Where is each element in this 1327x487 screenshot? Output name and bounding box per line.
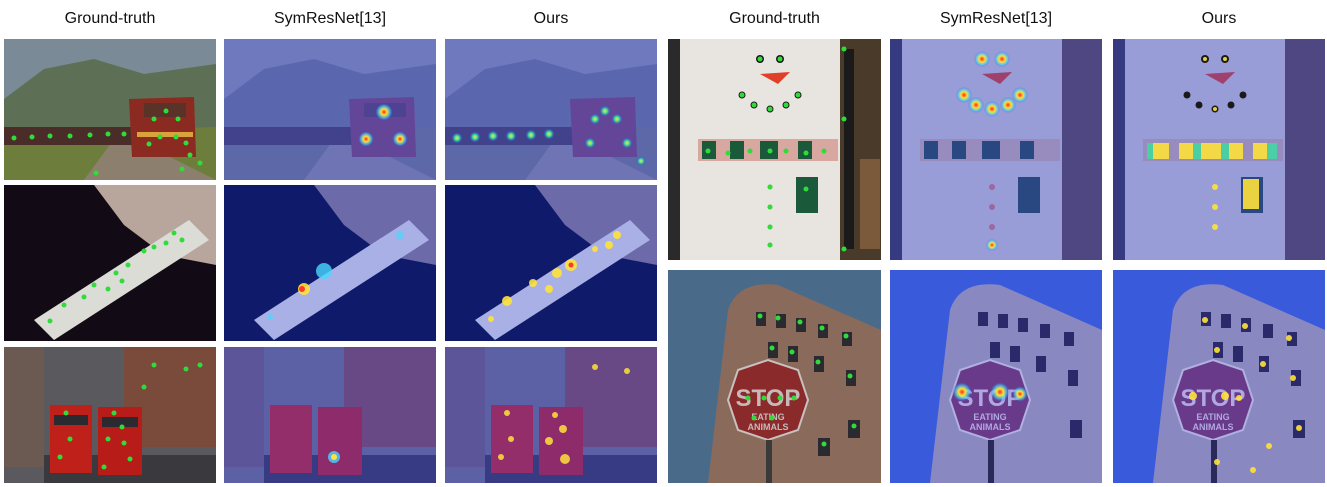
stop-sign-text-gt: STOP bbox=[736, 385, 801, 412]
stop-sub2-text-sym: ANIMALS bbox=[970, 422, 1011, 432]
train-ours-heatmap bbox=[445, 39, 657, 180]
stop-sub1-text-gt: EATING bbox=[751, 412, 784, 422]
stop-sub2-text-gt: ANIMALS bbox=[748, 422, 789, 432]
remote-ground-truth-image bbox=[4, 185, 216, 341]
stopsign-ground-truth-image: STOP EATING ANIMALS bbox=[668, 270, 881, 483]
stop-sub1-text-sym: EATING bbox=[973, 412, 1006, 422]
street-ground-truth-image bbox=[4, 347, 216, 483]
stopsign-ours-heatmap: STOP EATING ANIMALS bbox=[1113, 270, 1325, 483]
header-ours-right: Ours bbox=[1201, 10, 1237, 27]
header-symresnet-right: SymResNet[13] bbox=[939, 10, 1053, 27]
street-ours-heatmap bbox=[445, 347, 657, 483]
train-symresnet-heatmap bbox=[224, 39, 436, 180]
remote-ours-heatmap bbox=[445, 185, 657, 341]
header-ours-left: Ours bbox=[533, 10, 569, 27]
street-symresnet-heatmap bbox=[224, 347, 436, 483]
stop-sub2-text-ours: ANIMALS bbox=[1193, 422, 1234, 432]
header-ground-truth-right: Ground-truth bbox=[729, 10, 820, 27]
snowman-ours-heatmap bbox=[1113, 39, 1325, 260]
train-ground-truth-image bbox=[4, 39, 216, 180]
header-ground-truth-left: Ground-truth bbox=[64, 10, 156, 27]
stopsign-symresnet-heatmap: STOP EATING ANIMALS bbox=[890, 270, 1102, 483]
remote-symresnet-heatmap bbox=[224, 185, 436, 341]
stop-sub1-text-ours: EATING bbox=[1196, 412, 1229, 422]
header-symresnet-left: SymResNet[13] bbox=[273, 10, 387, 27]
snowman-symresnet-heatmap bbox=[890, 39, 1102, 260]
snowman-ground-truth-image bbox=[668, 39, 881, 260]
